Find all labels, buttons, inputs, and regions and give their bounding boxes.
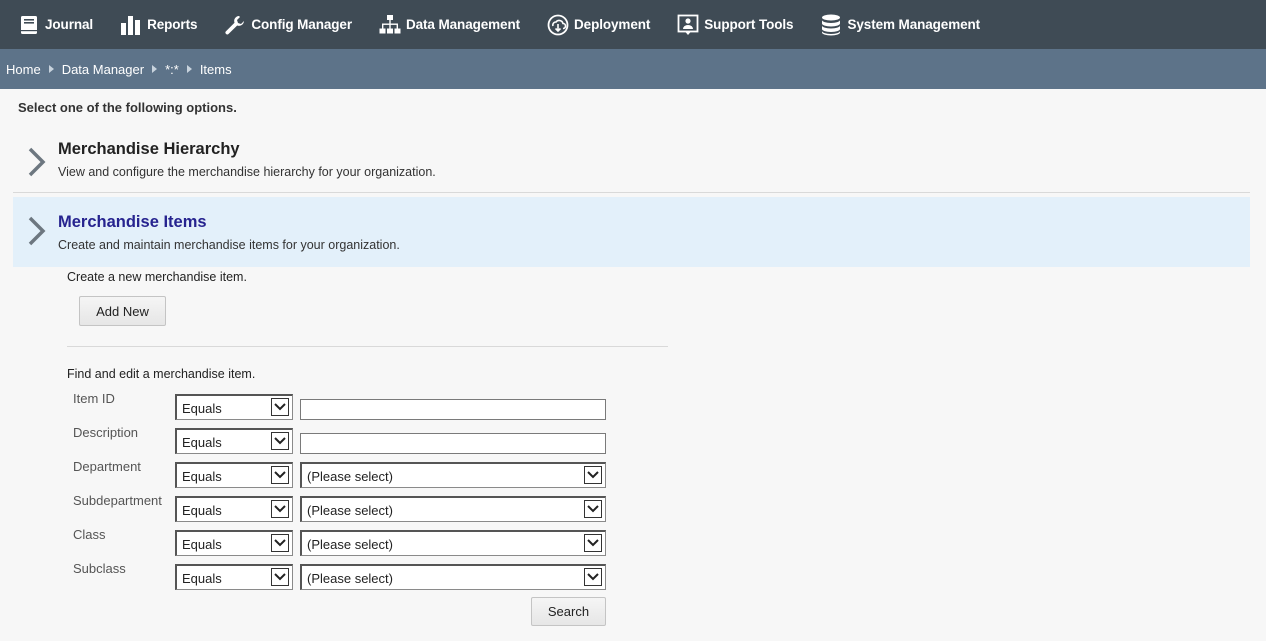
chevron-down-icon — [584, 500, 602, 518]
field-label: Subdepartment — [73, 493, 162, 508]
breadcrumb-wildcard[interactable]: *:* — [165, 62, 179, 77]
subdepartment-operator-select[interactable]: Equals — [175, 496, 293, 522]
class-operator-select[interactable]: Equals — [175, 530, 293, 556]
chevron-down-icon — [584, 534, 602, 552]
chevron-down-icon — [271, 398, 289, 416]
subdepartment-value-select[interactable]: (Please select) — [300, 496, 606, 522]
search-button[interactable]: Search — [531, 597, 606, 626]
field-label: Class — [73, 527, 106, 542]
nav-journal[interactable]: Journal — [18, 14, 93, 36]
class-value-select[interactable]: (Please select) — [300, 530, 606, 556]
support-person-icon — [677, 14, 699, 36]
journal-icon — [18, 14, 40, 36]
nav-system-management[interactable]: System Management — [820, 14, 980, 36]
create-item-label: Create a new merchandise item. — [67, 270, 247, 284]
chevron-right-icon — [27, 147, 47, 182]
breadcrumb-items: Items — [199, 61, 232, 77]
department-value-select[interactable]: (Please select) — [300, 462, 606, 488]
nav-reports[interactable]: Reports — [120, 14, 197, 36]
chevron-down-icon — [271, 568, 289, 586]
database-icon — [820, 14, 842, 36]
nav-support-tools[interactable]: Support Tools — [677, 14, 794, 36]
page-instruction: Select one of the following options. — [18, 100, 237, 115]
hierarchy-icon — [379, 14, 401, 36]
option-merchandise-items[interactable]: Merchandise Items Create and maintain me… — [13, 197, 1250, 267]
nav-data-management[interactable]: Data Management — [379, 14, 520, 36]
nav-journal-label: Journal — [45, 17, 94, 32]
description-input[interactable] — [300, 433, 606, 454]
field-label: Subclass — [73, 561, 126, 576]
chevron-down-icon — [271, 432, 289, 450]
item-id-operator-select[interactable]: Equals — [175, 394, 293, 420]
section-divider — [67, 346, 668, 347]
nav-data-management-label: Data Management — [405, 17, 521, 32]
nav-config-manager-label: Config Manager — [251, 17, 352, 32]
chevron-down-icon — [584, 568, 602, 586]
option-description: View and configure the merchandise hiera… — [58, 165, 436, 179]
breadcrumb: Home Data Manager *:* Items — [0, 49, 1266, 89]
nav-deployment[interactable]: Deployment — [547, 14, 650, 36]
item-id-input[interactable] — [300, 399, 606, 420]
nav-deployment-label: Deployment — [574, 17, 651, 32]
option-merchandise-hierarchy[interactable]: Merchandise Hierarchy View and configure… — [13, 129, 1250, 193]
chevron-down-icon — [271, 500, 289, 518]
field-label: Description — [73, 425, 139, 440]
option-title: Merchandise Items — [58, 213, 207, 231]
nav-reports-label: Reports — [147, 17, 198, 32]
department-operator-select[interactable]: Equals — [175, 462, 293, 488]
option-title: Merchandise Hierarchy — [58, 140, 240, 158]
bar-chart-icon — [120, 14, 142, 36]
field-label: Item ID — [73, 391, 115, 406]
description-operator-select[interactable]: Equals — [175, 428, 293, 454]
breadcrumb-separator-icon — [152, 65, 158, 73]
nav-config-manager[interactable]: Config Manager — [224, 14, 352, 36]
nav-support-tools-label: Support Tools — [704, 17, 794, 32]
cloud-download-icon — [547, 14, 569, 36]
subclass-operator-select[interactable]: Equals — [175, 564, 293, 590]
chevron-right-icon — [27, 216, 47, 251]
wrench-icon — [224, 14, 246, 36]
breadcrumb-home[interactable]: Home — [6, 62, 41, 77]
chevron-down-icon — [271, 534, 289, 552]
breadcrumb-separator-icon — [48, 65, 54, 73]
chevron-down-icon — [584, 466, 602, 484]
chevron-down-icon — [271, 466, 289, 484]
top-navigation-bar: Journal Reports Config Manager Data Mana… — [0, 0, 1266, 49]
breadcrumb-data-manager[interactable]: Data Manager — [62, 62, 144, 77]
breadcrumb-separator-icon — [186, 65, 192, 73]
field-label: Department — [73, 459, 141, 474]
add-new-button[interactable]: Add New — [79, 296, 166, 326]
subclass-value-select[interactable]: (Please select) — [300, 564, 606, 590]
option-description: Create and maintain merchandise items fo… — [58, 238, 400, 252]
nav-system-management-label: System Management — [847, 17, 981, 32]
find-item-label: Find and edit a merchandise item. — [67, 367, 256, 381]
